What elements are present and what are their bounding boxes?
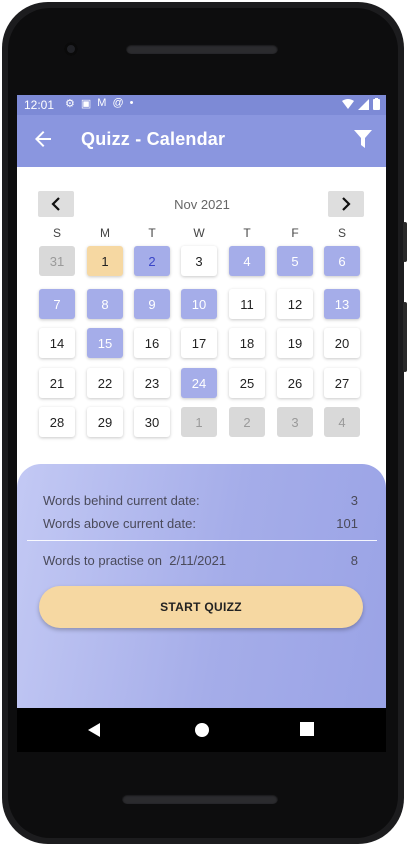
start-quizz-button[interactable]: START QUIZZ	[39, 586, 363, 628]
prev-month-button[interactable]	[38, 191, 74, 217]
weekday-label: M	[100, 226, 110, 240]
back-triangle-icon[interactable]	[87, 722, 101, 738]
earpiece-speaker	[126, 44, 278, 54]
gear-icon: ⚙	[65, 98, 75, 110]
wifi-icon	[342, 98, 354, 109]
battery-icon	[373, 98, 380, 110]
weekday-label: T	[148, 226, 156, 240]
calendar-day[interactable]: 4	[324, 407, 360, 437]
dot-icon: •	[129, 97, 134, 109]
calendar-day[interactable]: 16	[134, 328, 170, 358]
calendar-day[interactable]: 26	[277, 368, 313, 398]
weekday-label: F	[291, 226, 299, 240]
calendar-day[interactable]: 4	[229, 246, 265, 276]
calendar-day[interactable]: 1	[181, 407, 217, 437]
above-label: Words above current date:	[43, 516, 196, 531]
calendar-day[interactable]: 24	[181, 368, 217, 398]
weekday-label: S	[52, 226, 61, 240]
calendar-day[interactable]: 13	[324, 289, 360, 319]
weekday-label: S	[337, 226, 346, 240]
calendar-day[interactable]: 31	[39, 246, 75, 276]
at-sign-icon: @	[112, 97, 124, 109]
next-month-button[interactable]	[328, 191, 364, 217]
calendar-day[interactable]: 14	[39, 328, 75, 358]
calendar-day[interactable]: 11	[229, 289, 265, 319]
calendar-day[interactable]: 3	[181, 246, 217, 276]
calendar-day[interactable]: 29	[87, 407, 123, 437]
calendar-day[interactable]: 3	[277, 407, 313, 437]
weekday-label: T	[243, 226, 251, 240]
recents-square-icon[interactable]	[300, 722, 314, 736]
calendar-day[interactable]: 2	[229, 407, 265, 437]
status-time: 12:01	[24, 98, 55, 112]
above-value: 101	[336, 516, 358, 531]
calendar-day[interactable]: 30	[134, 407, 170, 437]
calendar-day[interactable]: 9	[134, 289, 170, 319]
weekday-label: W	[193, 226, 205, 240]
behind-label: Words behind current date:	[43, 493, 200, 508]
status-left-icons: ⚙ ▣ M @ •	[65, 97, 133, 110]
gmail-icon: M	[97, 97, 107, 109]
calendar-day[interactable]: 22	[87, 368, 123, 398]
status-right-icons	[342, 98, 380, 110]
practise-date: 2/11/2021	[169, 553, 227, 568]
volume-button	[403, 222, 407, 262]
calendar-day[interactable]: 1	[87, 246, 123, 276]
calendar-day[interactable]: 2	[134, 246, 170, 276]
behind-value: 3	[350, 493, 358, 508]
calendar-day[interactable]: 18	[229, 328, 265, 358]
calendar-day[interactable]: 20	[324, 328, 360, 358]
calendar-day[interactable]: 17	[181, 328, 217, 358]
calendar-day[interactable]: 10	[181, 289, 217, 319]
calendar-day[interactable]: 27	[324, 368, 360, 398]
chevron-left-icon	[51, 197, 60, 211]
summary-divider	[27, 540, 377, 541]
calendar-day[interactable]: 8	[87, 289, 123, 319]
calendar-day[interactable]: 25	[229, 368, 265, 398]
practise-label: Words to practise on 2/11/2021	[43, 553, 226, 568]
signal-icon	[358, 98, 369, 110]
screen: 12:01 ⚙ ▣ M @ • Quizz - Calendar Nov 202…	[17, 95, 386, 708]
calendar-day[interactable]: 28	[39, 407, 75, 437]
app-bar: Quizz - Calendar	[17, 115, 386, 167]
calendar-day[interactable]: 12	[277, 289, 313, 319]
calendar-day[interactable]: 15	[87, 328, 123, 358]
filter-icon[interactable]	[354, 129, 372, 149]
system-nav-bar	[17, 708, 386, 752]
calendar-day[interactable]: 7	[39, 289, 75, 319]
status-bar: 12:01 ⚙ ▣ M @ •	[17, 95, 386, 115]
calendar-day[interactable]: 21	[39, 368, 75, 398]
sim-off-icon: ▣	[80, 98, 92, 110]
month-label: Nov 2021	[174, 197, 230, 212]
page-title: Quizz - Calendar	[81, 129, 226, 149]
calendar-day[interactable]: 19	[277, 328, 313, 358]
front-camera	[64, 42, 78, 56]
calendar-day[interactable]: 23	[134, 368, 170, 398]
arrow-left-icon[interactable]	[31, 127, 55, 151]
bottom-speaker	[122, 794, 278, 804]
practise-text: Words to practise on	[43, 553, 162, 568]
home-circle-icon[interactable]	[194, 722, 210, 738]
chevron-right-icon	[342, 197, 351, 211]
practise-value: 8	[350, 553, 358, 568]
power-button	[403, 302, 407, 372]
calendar-day[interactable]: 5	[277, 246, 313, 276]
calendar-day[interactable]: 6	[324, 246, 360, 276]
